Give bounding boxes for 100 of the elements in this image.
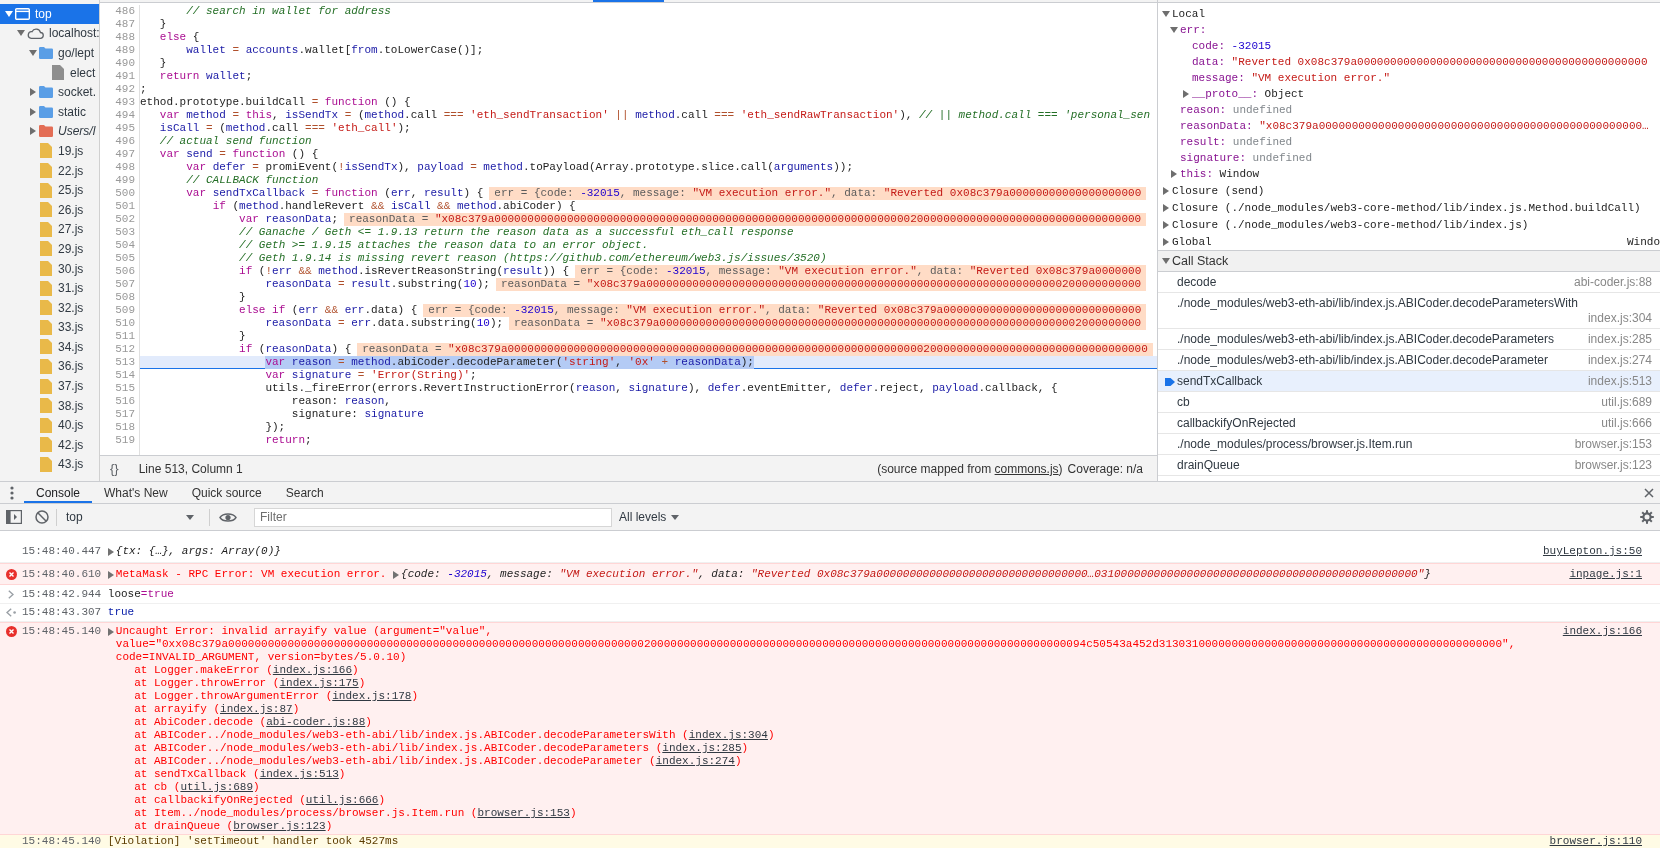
call-frame[interactable]: ./node_modules/web3-eth-abi/lib/index.js.ABICoder.decodeParameters index.js:285 (1158, 329, 1660, 350)
triangle-right-icon[interactable] (393, 570, 400, 579)
tree-item[interactable]: 27.js (0, 219, 99, 240)
source-link[interactable]: index.js:285 (662, 742, 742, 754)
tree-item[interactable]: 19.js (0, 141, 99, 161)
triangle-down-icon[interactable] (5, 10, 13, 17)
tree-item[interactable]: go/lept (0, 43, 99, 63)
tree-item[interactable]: 37.js (0, 376, 99, 396)
triangle-down-icon[interactable] (1162, 10, 1170, 17)
tree-item[interactable]: elect (0, 62, 99, 83)
triangle-right-icon[interactable] (30, 88, 36, 97)
call-frame[interactable]: cb util.js:689 (1158, 392, 1660, 413)
source-map-link[interactable]: commons.js (994, 461, 1059, 476)
drawer-tab[interactable]: Console (24, 482, 93, 503)
triangle-down-icon[interactable] (29, 50, 37, 56)
source-link[interactable]: index.js:178 (332, 690, 412, 702)
settings-icon[interactable] (1640, 510, 1654, 524)
scope-section-header[interactable]: Local (1172, 5, 1205, 22)
drawer-tab[interactable]: What's New (92, 482, 180, 503)
file-icon (40, 261, 52, 276)
call-frame[interactable]: callbackifyOnRejected util.js:666 (1158, 413, 1660, 434)
more-icon[interactable] (10, 485, 14, 500)
tree-item[interactable]: 42.js (0, 435, 99, 455)
triangle-right-icon[interactable] (1163, 203, 1169, 212)
tree-item[interactable]: 22.js (0, 160, 99, 181)
tree-item[interactable]: 36.js (0, 356, 99, 377)
scope-section-header[interactable]: Closure (send) (1172, 182, 1265, 199)
source-link[interactable]: index.js:274 (655, 755, 735, 767)
close-icon[interactable] (1644, 487, 1654, 498)
sidebar-toggle-icon[interactable] (6, 510, 22, 524)
call-frame[interactable]: ./node_modules/process/browser.js.Item.run browser.js:153 (1158, 434, 1660, 455)
call-frame[interactable]: sendTxCallback index.js:513 (1158, 371, 1660, 392)
tree-item[interactable]: socket. (0, 82, 99, 102)
pretty-print-button[interactable]: {} (104, 461, 125, 476)
line-number: 517 (115, 408, 135, 420)
scope-section-header[interactable]: Global (1172, 233, 1212, 250)
triangle-down-icon[interactable] (17, 30, 25, 37)
triangle-right-icon[interactable] (1183, 90, 1189, 98)
source-link[interactable]: index.js:513 (259, 768, 339, 780)
triangle-right-icon[interactable] (30, 107, 36, 116)
source-link[interactable]: browser.js:153 (477, 807, 570, 819)
tree-item[interactable]: localhost: (0, 23, 99, 44)
source-link[interactable]: browser.js:110 (1549, 835, 1642, 848)
source-link[interactable]: util.js:689 (180, 781, 254, 793)
triangle-right-icon[interactable] (1163, 220, 1169, 229)
tree-item[interactable]: 25.js (0, 180, 99, 200)
tree-item[interactable]: 31.js (0, 278, 99, 298)
triangle-right-icon[interactable] (1163, 237, 1169, 246)
tree-item[interactable]: static (0, 101, 99, 122)
tree-item[interactable]: 32.js (0, 297, 99, 318)
eye-icon[interactable] (219, 511, 237, 523)
source-link[interactable]: index.js:304 (688, 729, 768, 741)
source-link[interactable]: buyLepton.js:50 (1542, 545, 1642, 558)
source-link[interactable]: index.js:166 (1562, 625, 1642, 638)
filter-field[interactable]: Filter (254, 507, 612, 527)
scope-section-header[interactable]: Closure (./node_modules/web3-core-method/lib/index.js) (1172, 216, 1529, 233)
tree-item[interactable]: Users/l (0, 121, 99, 142)
source-link[interactable]: index.js:175 (279, 677, 359, 689)
code-line: var send = function () { (159, 148, 319, 161)
tree-item[interactable]: 40.js (0, 415, 99, 436)
tree-item[interactable]: 29.js (0, 239, 99, 259)
stack-trace-line: at AbiCoder.decode (abi-coder.js:88) (133, 716, 373, 729)
source-link[interactable]: abi-coder.js:88 (266, 716, 366, 728)
triangle-right-icon[interactable] (107, 627, 114, 636)
source-link[interactable]: inpage.js:1 (1569, 568, 1642, 581)
drawer-tab[interactable]: Search (273, 482, 336, 503)
source-link[interactable]: index.js:166 (272, 664, 353, 676)
triangle-right-icon[interactable] (107, 547, 114, 556)
tree-item[interactable]: 33.js (0, 317, 99, 338)
code-line: if (method.handleRevert && isCall && method.abiCoder) { (212, 200, 576, 213)
call-frame[interactable]: ./node_modules/web3-eth-abi/lib/index.js.ABICoder.decodeParametersWith index.js:304 (1158, 293, 1660, 329)
source-link[interactable]: browser.js:123 (233, 820, 326, 832)
tree-item[interactable]: top (0, 4, 99, 24)
line-number: 514 (115, 369, 135, 381)
triangle-right-icon[interactable] (30, 127, 36, 136)
triangle-right-icon[interactable] (1163, 186, 1169, 195)
tree-item[interactable]: 26.js (0, 199, 99, 220)
call-frame[interactable]: drainQueue browser.js:123 (1158, 455, 1660, 476)
source-link[interactable]: util.js:666 (305, 794, 379, 806)
clear-icon[interactable] (35, 510, 49, 524)
triangle-down-icon[interactable] (1162, 258, 1170, 264)
tree-item[interactable]: 34.js (0, 337, 99, 357)
line-number: 501 (115, 200, 135, 212)
tree-item[interactable]: 43.js (0, 454, 99, 475)
log-levels-dropdown[interactable]: All levels (619, 510, 680, 524)
triangle-right-icon[interactable] (107, 570, 114, 579)
stack-trace-line: at callbackifyOnRejected (util.js:666) (133, 794, 387, 807)
call-stack-header[interactable]: Call Stack (1172, 254, 1229, 268)
triangle-down-icon[interactable] (1170, 27, 1178, 33)
tree-item[interactable]: 30.js (0, 258, 99, 279)
context-select[interactable]: top (62, 510, 202, 524)
file-icon (40, 143, 52, 159)
scope-section-header[interactable]: Closure (./node_modules/web3-core-method/lib/index.js.Method.buildCall) (1172, 199, 1641, 216)
source-link[interactable]: index.js:87 (220, 703, 293, 715)
tree-item[interactable]: 38.js (0, 395, 99, 416)
triangle-right-icon[interactable] (1171, 170, 1177, 178)
line-number: 500 (115, 187, 135, 199)
call-frame[interactable]: decode abi-coder.js:88 (1158, 272, 1660, 293)
drawer-tab[interactable]: Quick source (179, 482, 274, 503)
stack-trace-line: at Logger.makeError (index.js:166) (133, 664, 360, 677)
